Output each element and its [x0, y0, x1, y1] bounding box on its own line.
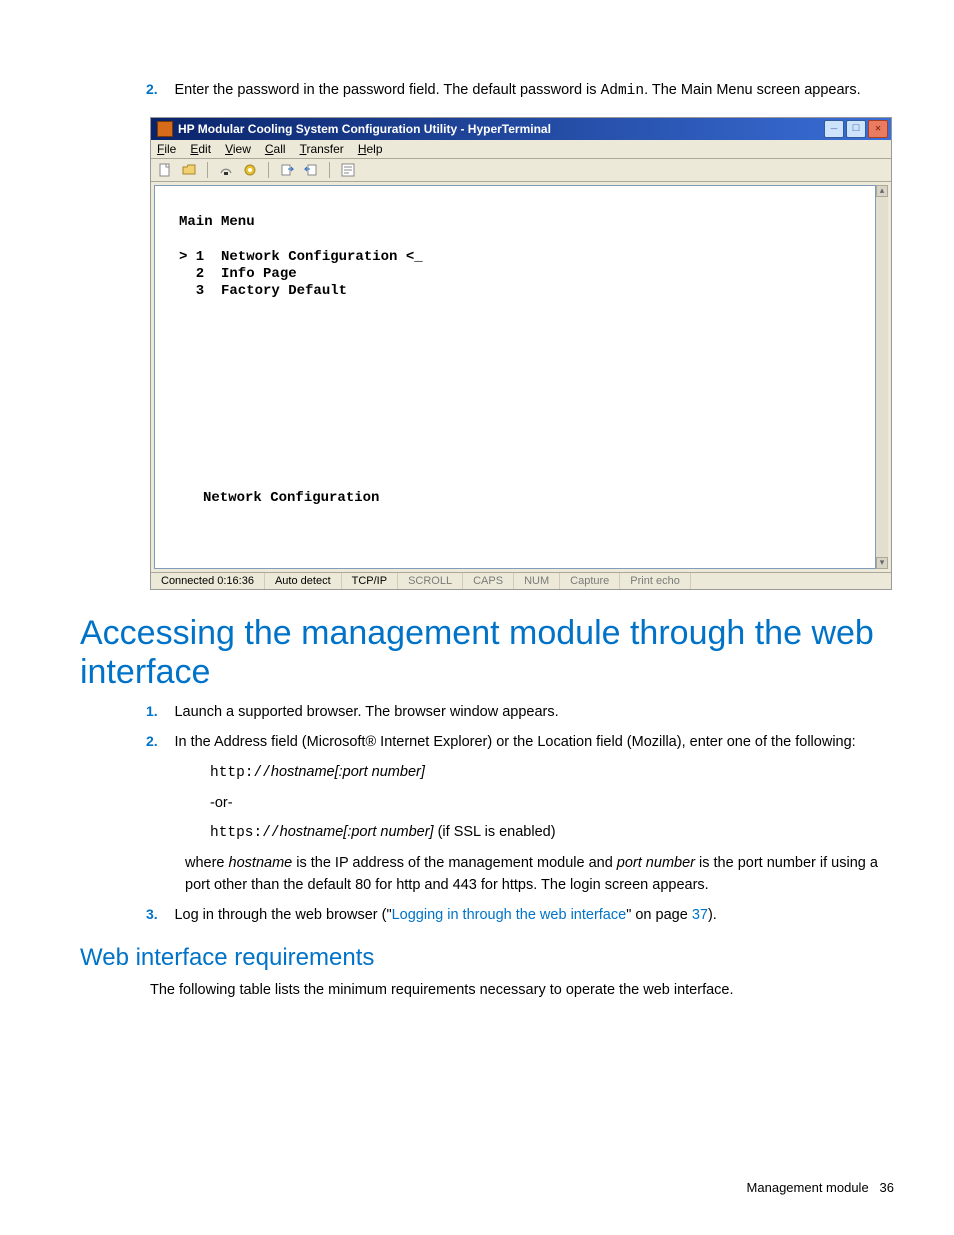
status-protocol: TCP/IP: [342, 573, 398, 589]
new-icon[interactable]: [157, 162, 173, 178]
menu-call[interactable]: Call: [265, 142, 286, 156]
terminal-item-3: 3 Factory Default: [179, 283, 855, 300]
window-titlebar: HP Modular Cooling System Configuration …: [151, 118, 891, 140]
terminal-item-1: > 1 Network Configuration <_: [179, 249, 855, 266]
step-number: 1.: [146, 703, 170, 719]
menu-transfer[interactable]: Transfer: [300, 142, 344, 156]
app-icon: [157, 121, 173, 137]
status-connected: Connected 0:16:36: [151, 573, 265, 589]
minimize-button[interactable]: [824, 120, 844, 138]
step-number: 3.: [146, 906, 170, 922]
menu-edit[interactable]: Edit: [190, 142, 211, 156]
properties-icon[interactable]: [340, 162, 356, 178]
status-caps: CAPS: [463, 573, 514, 589]
disconnect-icon[interactable]: [242, 162, 258, 178]
menu-help[interactable]: Help: [358, 142, 383, 156]
login-link[interactable]: Logging in through the web interface: [392, 907, 627, 923]
web-step-2-text: In the Address field (Microsoft® Interne…: [174, 734, 855, 750]
terminal-area: Main Menu > 1 Network Configuration <_ 2…: [154, 185, 876, 569]
footer-page: 36: [880, 1180, 894, 1195]
scroll-down-icon[interactable]: ▾: [876, 557, 888, 569]
send-icon[interactable]: [279, 162, 295, 178]
page-footer: Management module 36: [747, 1180, 894, 1195]
statusbar: Connected 0:16:36 Auto detect TCP/IP SCR…: [151, 572, 891, 589]
status-printecho: Print echo: [620, 573, 691, 589]
step-3-p2: " on page: [626, 907, 692, 923]
step-2: 2. Enter the password in the password fi…: [170, 80, 894, 103]
connect-icon[interactable]: [218, 162, 234, 178]
web-step-1: 1. Launch a supported browser. The brows…: [170, 702, 894, 724]
step-number: 2.: [146, 733, 170, 749]
status-autodetect: Auto detect: [265, 573, 342, 589]
scroll-up-icon[interactable]: ▴: [876, 185, 888, 197]
url-http-host: hostname[:port number]: [271, 764, 425, 780]
receive-icon[interactable]: [303, 162, 319, 178]
web-step-1-text: Launch a supported browser. The browser …: [174, 704, 558, 720]
step-number: 2.: [146, 81, 170, 97]
menu-file[interactable]: File: [157, 142, 176, 156]
terminal-footer: Network Configuration: [203, 490, 855, 507]
where-p2: is the IP address of the management modu…: [292, 855, 617, 871]
section-heading: Accessing the management module through …: [80, 614, 894, 692]
requirements-intro: The following table lists the minimum re…: [150, 980, 894, 1002]
where-p1: where: [185, 855, 229, 871]
url-https-host: hostname[:port number]: [280, 824, 434, 840]
step-2-code: Admin: [601, 83, 645, 99]
close-button[interactable]: [868, 120, 888, 138]
menu-view[interactable]: View: [225, 142, 251, 156]
step-3-p3: ).: [708, 907, 717, 923]
menubar: File Edit View Call Transfer Help: [151, 140, 891, 159]
step-3-p1: Log in through the web browser (": [174, 907, 391, 923]
web-step-2: 2. In the Address field (Microsoft® Inte…: [170, 732, 894, 754]
where-hostname: hostname: [229, 855, 293, 871]
url-http-proto: http://: [210, 765, 271, 781]
or-separator: -or-: [210, 792, 894, 815]
page-link[interactable]: 37: [692, 907, 708, 923]
maximize-button[interactable]: [846, 120, 866, 138]
step-2-suffix: . The Main Menu screen appears.: [644, 82, 861, 98]
subsection-heading: Web interface requirements: [80, 944, 894, 972]
terminal-item-2: 2 Info Page: [179, 266, 855, 283]
url-https-tail: (if SSL is enabled): [434, 824, 556, 840]
status-num: NUM: [514, 573, 560, 589]
open-icon[interactable]: [181, 162, 197, 178]
window-title: HP Modular Cooling System Configuration …: [178, 122, 824, 136]
hyperterminal-window: HP Modular Cooling System Configuration …: [150, 117, 892, 590]
status-scroll: SCROLL: [398, 573, 463, 589]
terminal-title: Main Menu: [179, 214, 855, 231]
web-step-3: 3. Log in through the web browser ("Logg…: [170, 905, 894, 927]
step-2-prefix: Enter the password in the password field…: [174, 82, 600, 98]
status-capture: Capture: [560, 573, 620, 589]
scrollbar[interactable]: ▴ ▾: [875, 185, 888, 569]
where-portnumber: port number: [617, 855, 695, 871]
footer-label: Management module: [747, 1180, 869, 1195]
url-https-proto: https://: [210, 825, 280, 841]
toolbar: [151, 159, 891, 182]
